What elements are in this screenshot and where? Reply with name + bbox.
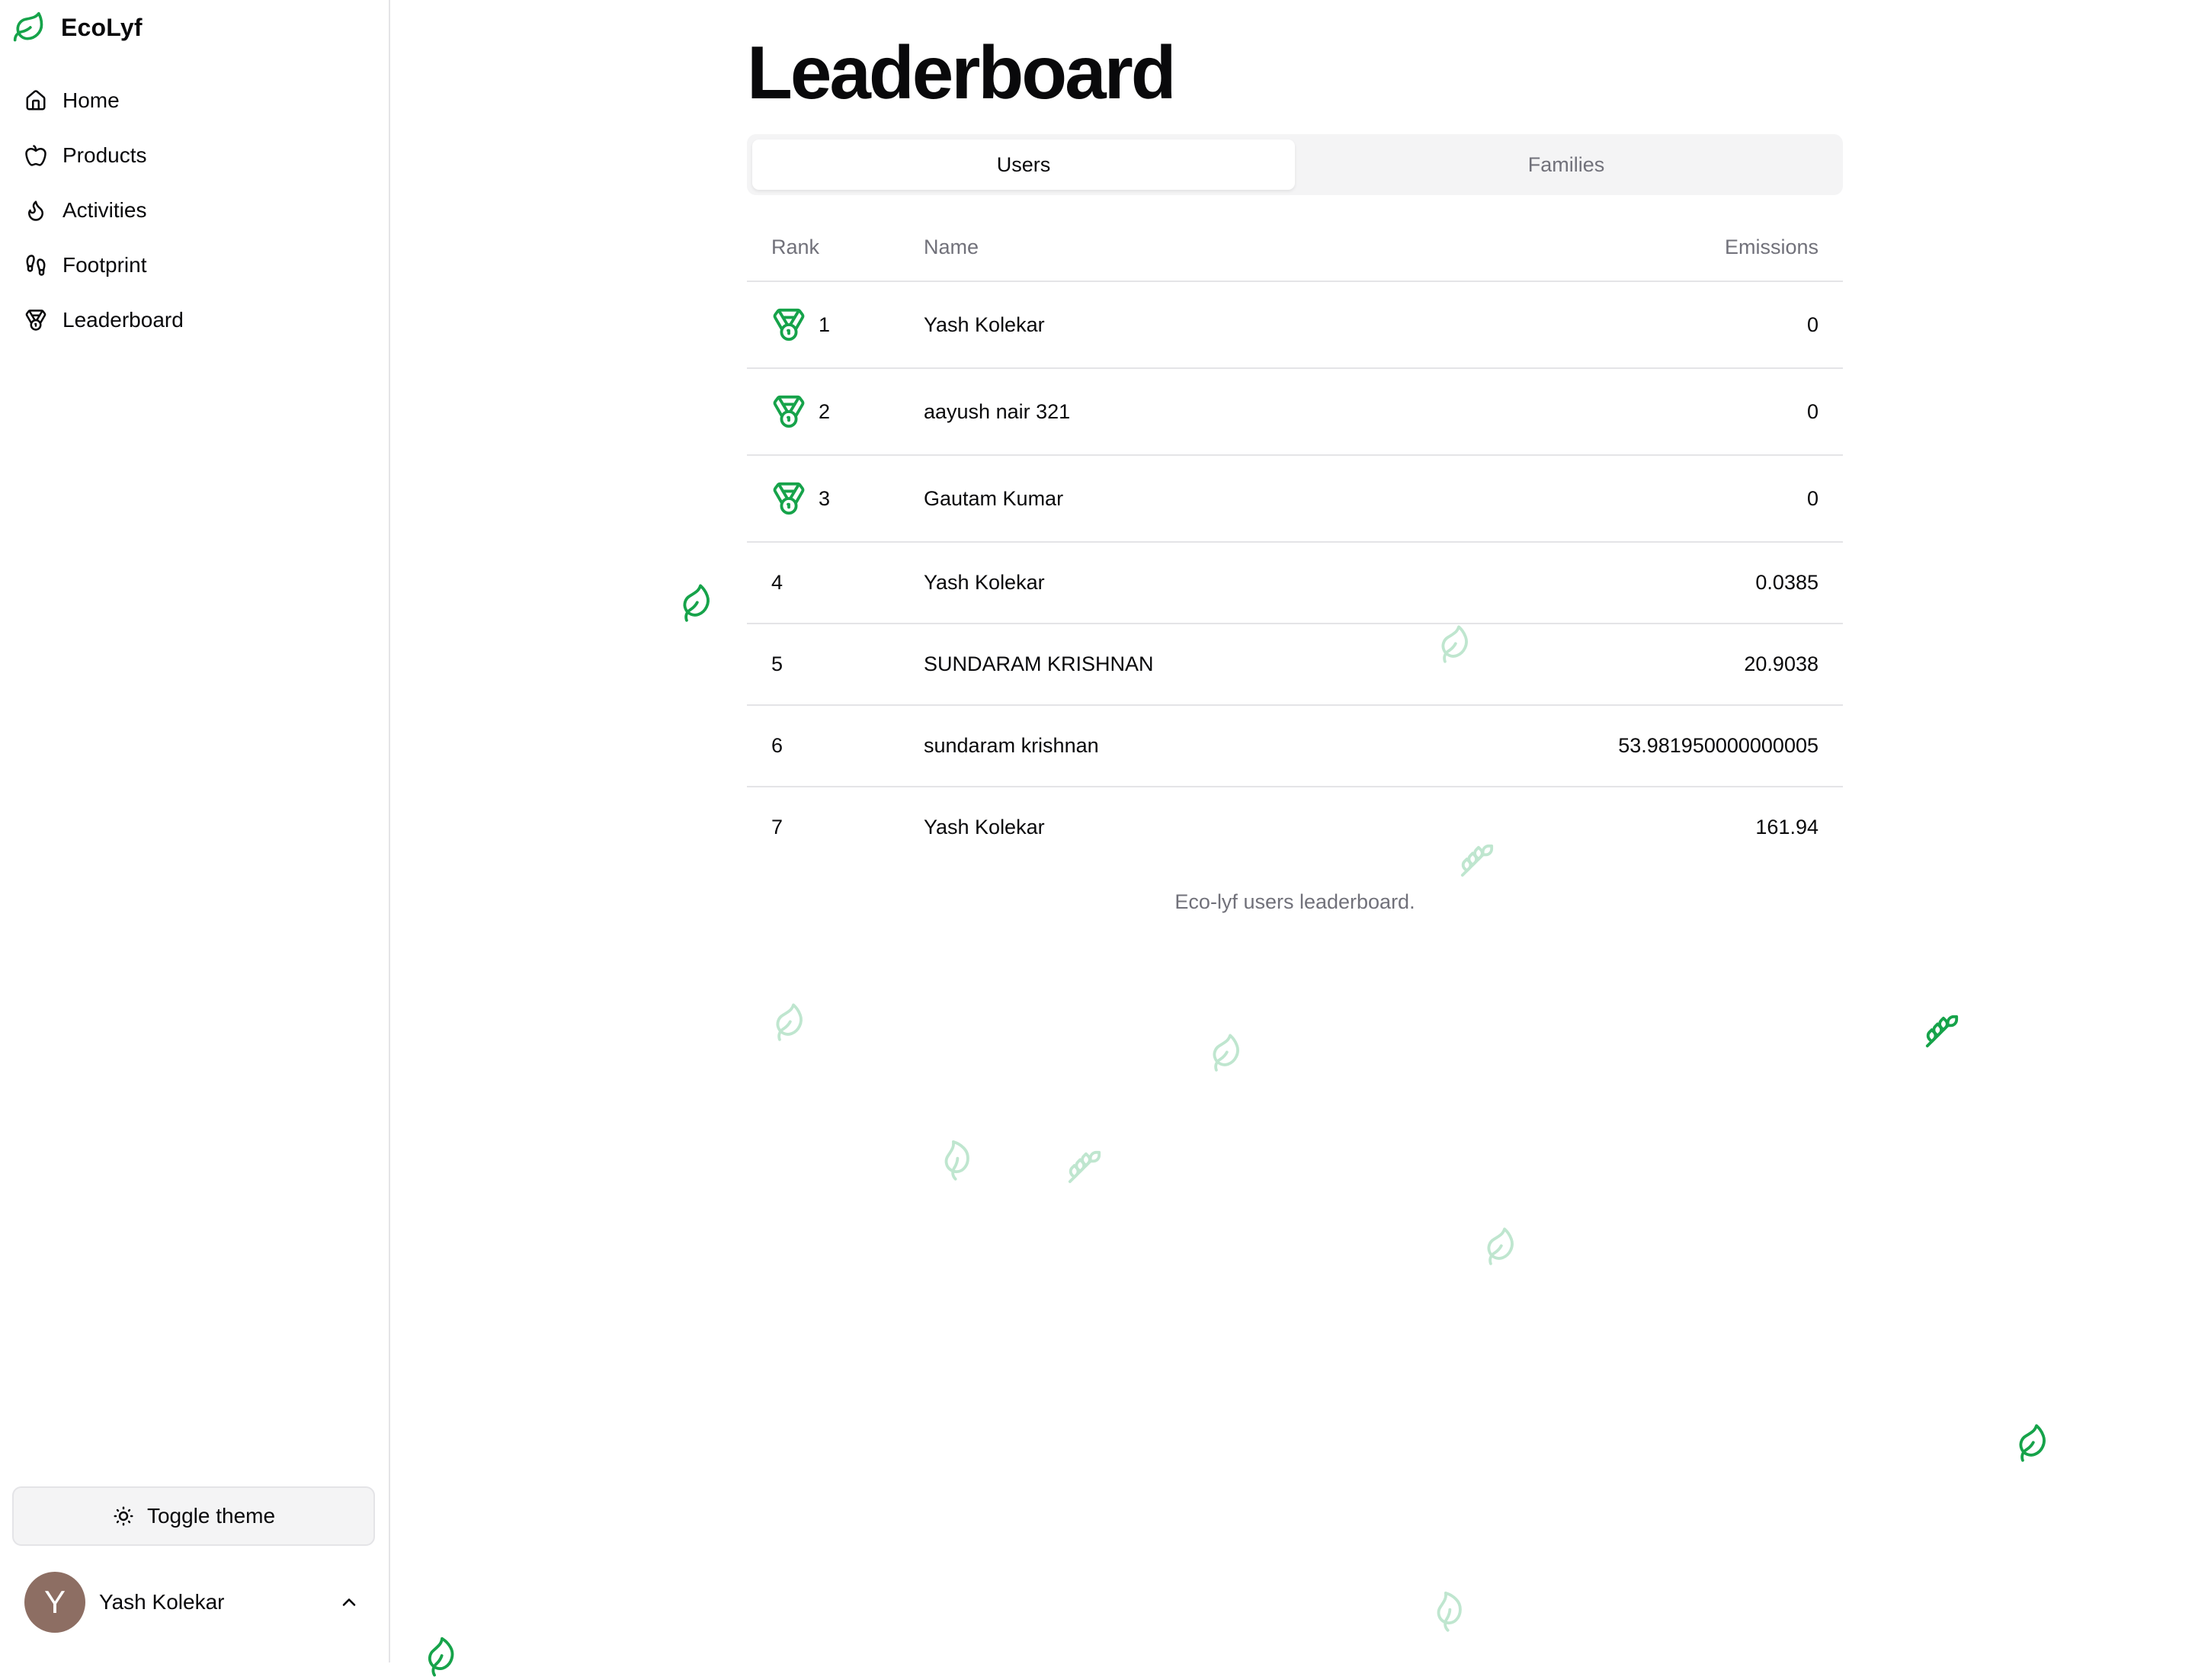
- name-cell: Gautam Kumar: [899, 455, 1398, 543]
- page-title: Leaderboard: [747, 30, 1177, 114]
- leaf-icon: [931, 1134, 981, 1184]
- header-name: Name: [899, 213, 1398, 282]
- table-row: 1 Yash Kolekar 0: [747, 281, 1843, 369]
- medal-icon: [24, 309, 47, 332]
- tab-users[interactable]: Users: [752, 139, 1295, 190]
- table-row: 2 aayush nair 321 0: [747, 368, 1843, 456]
- leaderboard-table: Rank Name Emissions 1 Yash Kolekar 0 2 a…: [747, 213, 1843, 867]
- user-name: Yash Kolekar: [99, 1590, 225, 1614]
- chevron-up-icon[interactable]: [338, 1592, 360, 1613]
- table-row: 6 sundaram krishnan 53.981950000000005: [747, 705, 1843, 787]
- rank-cell: 7: [771, 816, 783, 838]
- sidebar-item-leaderboard[interactable]: Leaderboard: [12, 293, 377, 348]
- leafy-green-icon: [1067, 1149, 1102, 1185]
- user-menu[interactable]: Y Yash Kolekar: [12, 1564, 375, 1640]
- rank-cell: 4: [747, 542, 899, 624]
- table-caption: Eco-lyf users leaderboard.: [1174, 890, 1415, 913]
- leaf-icon: [12, 11, 46, 44]
- leaf-icon: [1478, 1224, 1523, 1269]
- name-cell: sundaram krishnan: [899, 705, 1398, 787]
- medal-icon: [771, 481, 806, 516]
- name-cell: Yash Kolekar: [899, 281, 1398, 369]
- rank-cell: 6: [747, 705, 899, 787]
- sidebar-item-label: Products: [62, 143, 147, 167]
- name-cell: aayush nair 321: [899, 368, 1398, 456]
- sun-icon: [112, 1505, 135, 1528]
- table-row: 7 Yash Kolekar 161.94: [747, 787, 1843, 867]
- table-header-row: Rank Name Emissions: [747, 213, 1843, 282]
- tab-families[interactable]: Families: [1295, 139, 1838, 190]
- apple-icon: [24, 144, 47, 167]
- header-emissions: Emissions: [1397, 213, 1843, 282]
- toggle-theme-label: Toggle theme: [146, 1504, 276, 1528]
- emissions-cell: 0: [1397, 455, 1843, 543]
- sidebar-item-label: Footprint: [62, 253, 147, 277]
- leafy-green-icon: [1460, 843, 1495, 878]
- sidebar-item-footprint[interactable]: Footprint: [12, 238, 377, 293]
- sidebar-item-activities[interactable]: Activities: [12, 183, 377, 238]
- name-cell: SUNDARAM KRISHNAN: [899, 624, 1398, 706]
- sidebar: EcoLyf Home Products Activities Footprin…: [0, 0, 390, 1662]
- house-icon: [24, 89, 47, 112]
- emissions-cell: 0: [1397, 281, 1843, 369]
- sidebar-nav: Home Products Activities Footprint Leade…: [12, 73, 377, 348]
- leaf-icon: [674, 581, 719, 626]
- leaf-icon: [417, 1633, 465, 1680]
- brand[interactable]: EcoLyf: [12, 11, 143, 44]
- leaf-icon: [2010, 1421, 2055, 1466]
- leafy-green-icon: [1924, 1014, 1959, 1049]
- emissions-cell: 0: [1397, 368, 1843, 456]
- leaf-icon: [1203, 1031, 1248, 1076]
- rank-cell: 1: [819, 313, 831, 336]
- leaf-icon: [767, 1000, 812, 1045]
- footprints-icon: [24, 254, 47, 277]
- app-name: EcoLyf: [61, 13, 143, 41]
- emissions-cell: 0.0385: [1397, 542, 1843, 624]
- avatar: Y: [24, 1572, 85, 1633]
- sidebar-item-label: Home: [62, 88, 120, 112]
- medal-icon: [771, 307, 806, 342]
- emissions-cell: 53.981950000000005: [1397, 705, 1843, 787]
- sidebar-item-products[interactable]: Products: [12, 128, 377, 183]
- table-row: 3 Gautam Kumar 0: [747, 455, 1843, 543]
- medal-icon: [771, 394, 806, 429]
- flame-icon: [24, 199, 47, 222]
- rank-cell: 5: [747, 624, 899, 706]
- header-rank: Rank: [747, 213, 899, 282]
- rank-cell: 3: [819, 486, 831, 510]
- toggle-theme-button[interactable]: Toggle theme: [12, 1486, 375, 1546]
- table-row: 5 SUNDARAM KRISHNAN 20.9038: [747, 624, 1843, 706]
- sidebar-item-home[interactable]: Home: [12, 73, 377, 128]
- sidebar-item-label: Activities: [62, 198, 147, 222]
- table-row: 4 Yash Kolekar 0.0385: [747, 542, 1843, 624]
- leaderboard-tabs: Users Families: [747, 134, 1843, 195]
- sidebar-item-label: Leaderboard: [62, 308, 184, 332]
- name-cell: Yash Kolekar: [924, 816, 1045, 838]
- name-cell: Yash Kolekar: [899, 542, 1398, 624]
- avatar-initial: Y: [43, 1584, 66, 1620]
- leaf-icon: [1424, 1585, 1473, 1635]
- rank-cell: 2: [819, 399, 831, 423]
